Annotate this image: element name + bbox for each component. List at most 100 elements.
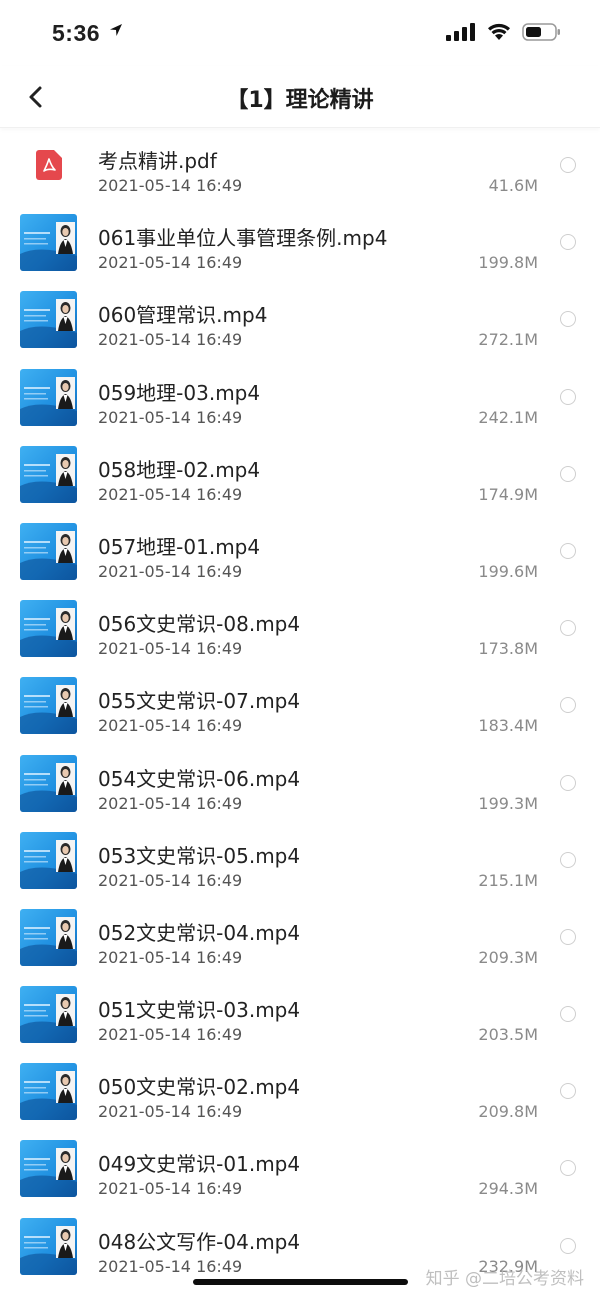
file-name: 055文史常识-07.mp4 [98,689,301,714]
file-name: 054文史常识-06.mp4 [98,766,301,791]
select-radio-button[interactable] [560,465,576,482]
battery-icon [522,23,560,41]
file-row[interactable]: 057地理-01.mp4 2021-05-14 16:49 199.6M [0,514,600,591]
select-radio-button[interactable] [560,697,576,714]
file-name: 052文史常识-04.mp4 [98,920,301,945]
file-row[interactable]: 考点精讲.pdf 2021-05-14 16:49 41.6M [0,128,600,205]
video-thumbnail [20,677,77,735]
status-time: 5:36 [52,20,101,46]
file-date: 2021-05-14 16:49 [98,793,243,813]
file-name: 058地理-02.mp4 [98,457,261,482]
file-row[interactable]: 054文史常识-06.mp4 2021-05-14 16:49 199.3M [0,746,600,823]
file-size: 183.4M [478,716,538,736]
file-name: 057地理-01.mp4 [98,534,261,559]
file-size: 242.1M [478,407,538,427]
select-radio-button[interactable] [560,1160,576,1177]
select-radio-button[interactable] [560,620,576,637]
file-row[interactable]: 055文史常识-07.mp4 2021-05-14 16:49 183.4M [0,668,600,745]
page-title: 【1】理论精讲 [226,88,374,113]
file-row[interactable]: 053文史常识-05.mp4 2021-05-14 16:49 215.1M [0,823,600,900]
video-thumbnail [20,214,77,272]
cellular-signal-icon [446,23,475,41]
video-thumbnail [20,522,77,580]
location-arrow-icon [110,24,122,36]
file-date: 2021-05-14 16:49 [98,253,243,273]
video-thumbnail [20,600,77,658]
file-name: 049文史常识-01.mp4 [98,1152,301,1177]
file-row[interactable]: 061事业单位人事管理条例.mp4 2021-05-14 16:49 199.8M [0,205,600,282]
file-size: 173.8M [478,639,538,659]
file-date: 2021-05-14 16:49 [98,947,243,967]
file-date: 2021-05-14 16:49 [98,561,243,581]
select-radio-button[interactable] [560,774,576,791]
file-size: 41.6M [488,176,538,195]
file-row[interactable]: 059地理-03.mp4 2021-05-14 16:49 242.1M [0,360,600,437]
file-row[interactable]: 051文史常识-03.mp4 2021-05-14 16:49 203.5M [0,977,600,1054]
file-size: 209.3M [478,947,538,967]
select-radio-button[interactable] [560,1237,576,1254]
select-radio-button[interactable] [560,1006,576,1023]
select-radio-button[interactable] [560,388,576,405]
video-thumbnail [20,908,77,966]
file-size: 203.5M [478,1025,538,1045]
file-list: 考点精讲.pdf 2021-05-14 16:49 41.6M 061事业单位人事管理… [0,128,600,1286]
file-date: 2021-05-14 16:49 [98,484,243,504]
file-row[interactable]: 060管理常识.mp4 2021-05-14 16:49 272.1M [0,282,600,359]
video-thumbnail [20,754,77,812]
navigation-bar: 【1】理论精讲 [0,66,600,128]
home-indicator [193,1279,408,1285]
file-date: 2021-05-14 16:49 [98,870,243,890]
file-size: 199.6M [478,561,538,581]
select-radio-button[interactable] [560,542,576,559]
select-radio-button[interactable] [560,851,576,868]
file-date: 2021-05-14 16:49 [98,716,243,736]
file-name: 061事业单位人事管理条例.mp4 [98,226,388,251]
video-thumbnail [20,831,77,889]
file-size: 215.1M [478,870,538,890]
file-row[interactable]: 050文史常识-02.mp4 2021-05-14 16:49 209.8M [0,1054,600,1131]
file-name: 050文史常识-02.mp4 [98,1075,301,1100]
video-thumbnail [20,1140,77,1198]
file-size: 199.3M [478,793,538,813]
file-name: 考点精讲.pdf [98,149,217,173]
file-date: 2021-05-14 16:49 [98,1102,243,1122]
file-name: 051文史常识-03.mp4 [98,998,301,1023]
file-row[interactable]: 058地理-02.mp4 2021-05-14 16:49 174.9M [0,437,600,514]
file-size: 199.8M [478,253,538,273]
file-name: 059地理-03.mp4 [98,380,261,405]
video-thumbnail [20,445,77,503]
file-date: 2021-05-14 16:49 [98,639,243,659]
pdf-file-icon [36,150,62,180]
file-date: 2021-05-14 16:49 [98,407,243,427]
video-thumbnail [20,368,77,426]
file-name: 060管理常识.mp4 [98,303,268,328]
file-date: 2021-05-14 16:49 [98,330,243,350]
select-radio-button[interactable] [560,311,576,328]
file-date: 2021-05-14 16:49 [98,1179,243,1199]
file-name: 053文史常识-05.mp4 [98,843,301,868]
video-thumbnail [20,291,77,349]
file-size: 294.3M [478,1179,538,1199]
file-name: 048公文写作-04.mp4 [98,1229,301,1254]
status-icons [446,22,562,42]
file-row[interactable]: 056文史常识-08.mp4 2021-05-14 16:49 173.8M [0,591,600,668]
file-size: 209.8M [478,1102,538,1122]
video-thumbnail [20,1063,77,1121]
status-bar: 5:36 [0,0,600,66]
file-date: 2021-05-14 16:49 [98,176,243,195]
select-radio-button[interactable] [560,928,576,945]
wifi-icon [488,23,510,40]
select-radio-button[interactable] [560,1083,576,1100]
video-thumbnail [20,986,77,1044]
file-date: 2021-05-14 16:49 [98,1025,243,1045]
file-row[interactable]: 049文史常识-01.mp4 2021-05-14 16:49 294.3M [0,1131,600,1208]
select-radio-button[interactable] [560,234,576,251]
file-date: 2021-05-14 16:49 [98,1256,243,1276]
video-thumbnail [20,1217,77,1275]
file-name: 056文史常识-08.mp4 [98,612,301,637]
file-size: 174.9M [478,484,538,504]
select-radio-button[interactable] [560,157,576,173]
file-row[interactable]: 052文史常识-04.mp4 2021-05-14 16:49 209.3M [0,900,600,977]
file-size: 272.1M [478,330,538,350]
watermark: 知乎 @二培公考资料 [425,1269,584,1289]
